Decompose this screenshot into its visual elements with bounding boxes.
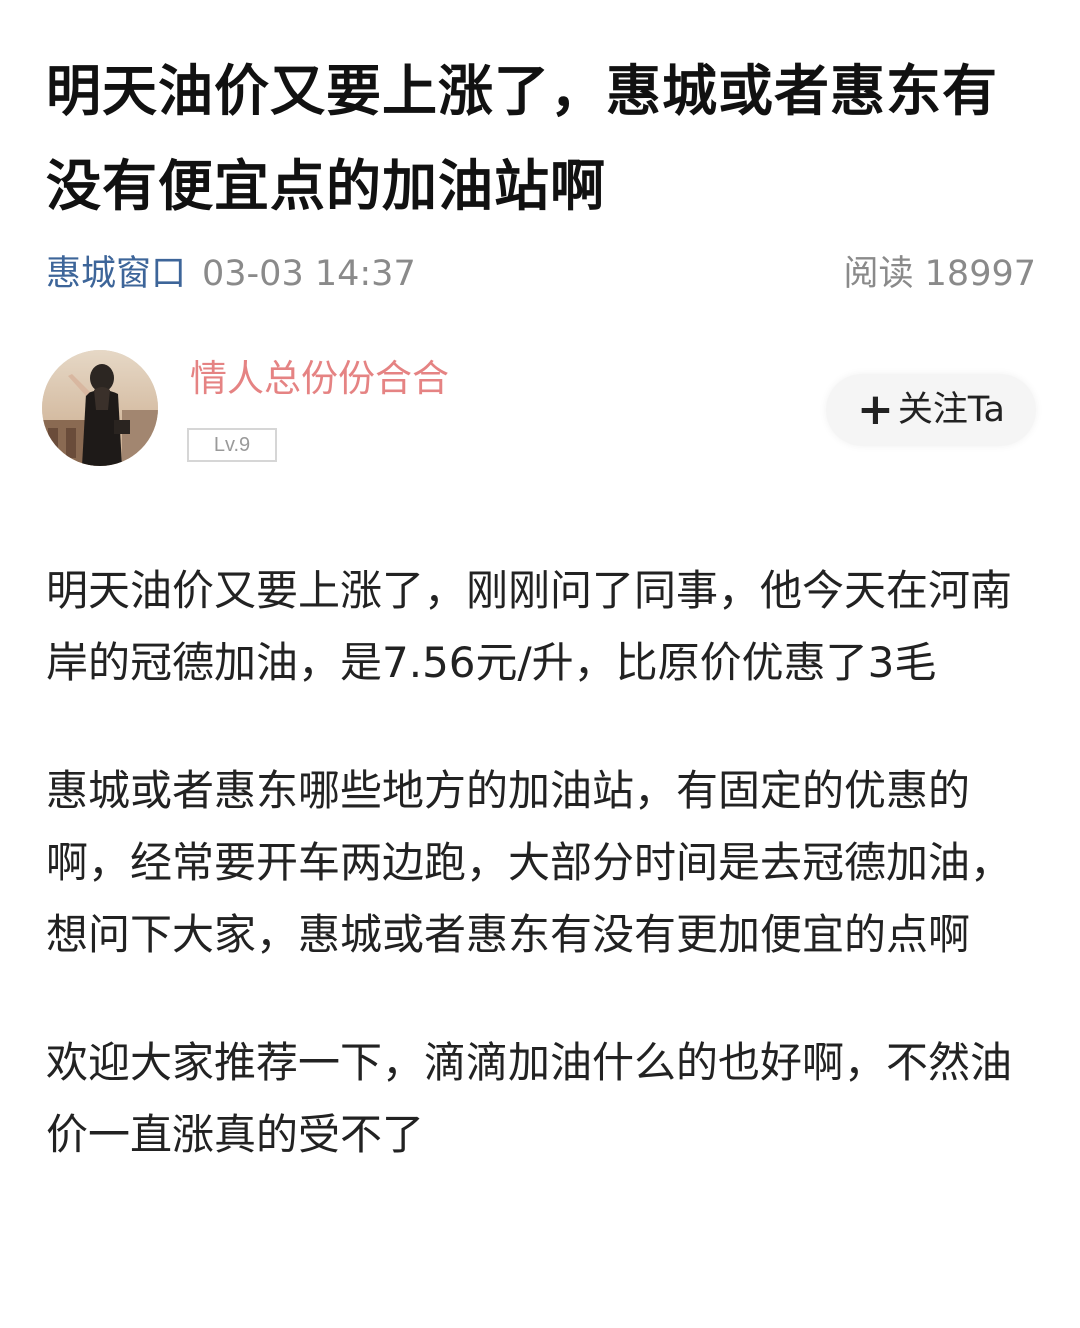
post-title: 明天油价又要上涨了，惠城或者惠东有没有便宜点的加油站啊 <box>46 59 999 218</box>
post-page: 明天油价又要上涨了，惠城或者惠东有没有便宜点的加油站啊 惠城窗口 03-03 14… <box>0 0 1080 1328</box>
author-name[interactable]: 情人总份份合合 <box>190 354 449 404</box>
follow-button[interactable]: + 关注Ta <box>826 374 1036 446</box>
read-count: 阅读 18997 <box>843 254 1036 294</box>
content-paragraph: 惠城或者惠东哪些地方的加油站，有固定的优惠的啊，经常要开车两边跑，大部分时间是去… <box>46 766 1013 959</box>
post-time: 03-03 14:37 <box>202 254 416 294</box>
avatar[interactable] <box>42 350 158 466</box>
level-badge: Lv.9 <box>187 428 277 462</box>
content-paragraph: 明天油价又要上涨了，刚刚问了同事，他今天在河南岸的冠德加油，是7.56元/升，比… <box>46 566 1013 687</box>
post-content: 明天油价又要上涨了，刚刚问了同事，他今天在河南岸的冠德加油，是7.56元/升，比… <box>46 555 1036 1227</box>
post-meta: 惠城窗口 03-03 14:37 阅读 18997 <box>46 252 1036 296</box>
author-bar: 情人总份份合合 Lv.9 + 关注Ta <box>42 350 1036 470</box>
follow-label: 关注Ta <box>897 390 1005 430</box>
source-link[interactable]: 惠城窗口 <box>46 254 186 294</box>
content-paragraph: 欢迎大家推荐一下，滴滴加油什么的也好啊，不然油价一直涨真的受不了 <box>46 1038 1013 1159</box>
plus-icon: + <box>857 384 894 435</box>
